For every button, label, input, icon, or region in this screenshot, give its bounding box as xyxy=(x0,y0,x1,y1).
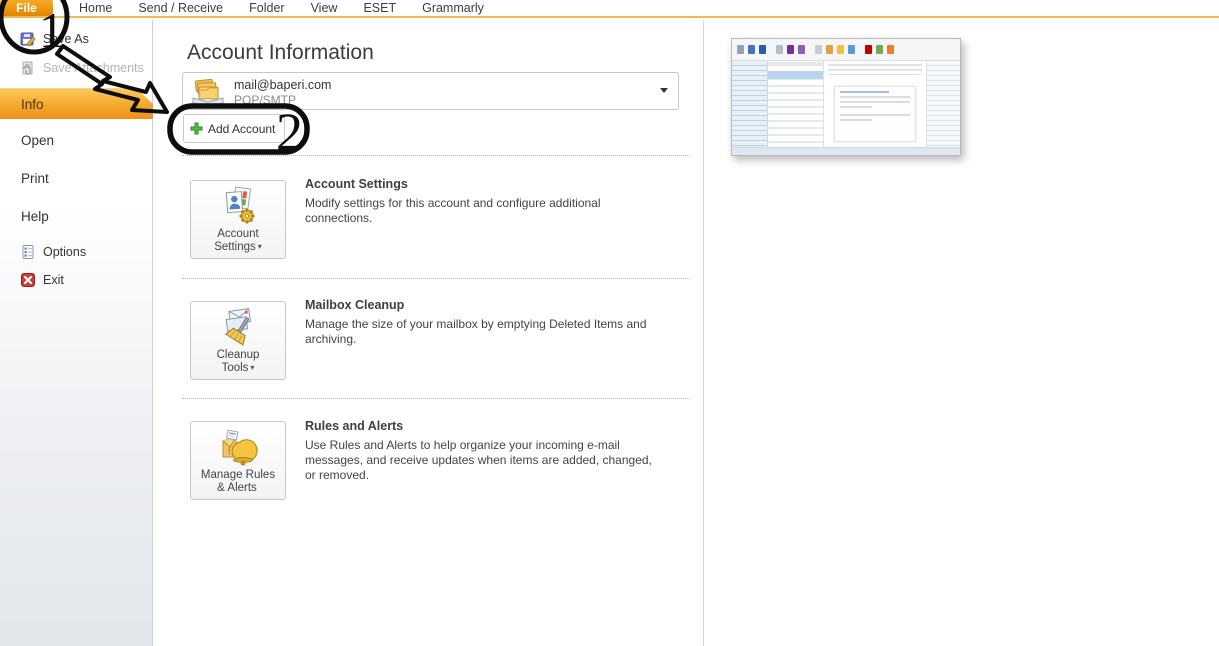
sidebar-item-info[interactable]: Info xyxy=(0,88,153,119)
section-divider xyxy=(182,155,690,156)
thumbnail-selected-message xyxy=(768,71,823,79)
account-folders-icon xyxy=(189,76,227,108)
tab-view[interactable]: View xyxy=(311,1,338,15)
thumbnail-calendar-pane xyxy=(927,61,960,147)
save-attachments-icon xyxy=(20,60,36,76)
page-title: Account Information xyxy=(187,41,374,65)
thumbnail-message-list xyxy=(768,61,824,147)
account-selector-dropdown[interactable]: mail@baperi.com POP/SMTP xyxy=(182,72,679,110)
rules-alerts-description: Use Rules and Alerts to help organize yo… xyxy=(305,438,657,483)
mailbox-cleanup-heading: Mailbox Cleanup xyxy=(305,298,404,312)
options-icon xyxy=(20,244,36,260)
tab-grammarly[interactable]: Grammarly xyxy=(422,1,484,15)
section-divider xyxy=(182,278,690,279)
sidebar-item-label: Exit xyxy=(43,273,64,287)
tab-folder[interactable]: Folder xyxy=(249,1,284,15)
sidebar-item-open[interactable]: Open xyxy=(21,133,54,148)
sidebar-item-save-as[interactable]: Save As xyxy=(20,31,89,47)
file-tab[interactable]: File xyxy=(0,0,53,16)
sidebar-item-save-attachments: Save Attachments xyxy=(20,60,144,76)
tab-home[interactable]: Home xyxy=(79,1,112,15)
sidebar-item-label: Save As xyxy=(43,32,89,46)
account-settings-heading: Account Settings xyxy=(305,177,408,191)
add-account-button[interactable]: Add Account xyxy=(183,114,285,143)
sidebar-item-label: Info xyxy=(21,97,44,112)
rules-alerts-icon xyxy=(218,427,258,469)
thumbnail-status-bar xyxy=(732,147,960,155)
sidebar-item-print[interactable]: Print xyxy=(21,171,49,186)
account-protocol: POP/SMTP xyxy=(234,93,296,107)
thumbnail-letter xyxy=(834,86,916,142)
thumbnail-reading-pane xyxy=(824,61,927,147)
manage-rules-alerts-button-label: Manage Rules & Alerts xyxy=(201,469,275,495)
sidebar-item-label: Options xyxy=(43,245,86,259)
tab-send-receive[interactable]: Send / Receive xyxy=(138,1,223,15)
cleanup-tools-button[interactable]: Cleanup Tools▾ xyxy=(190,301,286,380)
menu-bar: File Home Send / Receive Folder View ESE… xyxy=(0,0,1219,18)
section-divider xyxy=(182,398,690,399)
account-settings-description: Modify settings for this account and con… xyxy=(305,196,657,226)
sidebar-item-exit[interactable]: Exit xyxy=(20,272,64,288)
add-plus-icon xyxy=(190,122,203,135)
exit-icon xyxy=(20,272,36,288)
thumbnail-folder-pane xyxy=(732,61,768,147)
dropdown-caret-icon: ▾ xyxy=(258,240,262,253)
dropdown-caret-icon: ▾ xyxy=(250,361,254,374)
thumbnail-ribbon xyxy=(732,39,960,61)
backstage-sidebar: Save As Save Attachments Info Open Print… xyxy=(0,20,153,646)
cleanup-tools-icon xyxy=(218,307,258,349)
content-divider xyxy=(703,20,704,646)
cleanup-tools-button-label: Cleanup Tools▾ xyxy=(217,349,260,375)
manage-rules-alerts-button[interactable]: Manage Rules & Alerts xyxy=(190,421,286,500)
save-as-icon xyxy=(20,31,36,47)
account-settings-button[interactable]: Account Settings▾ xyxy=(190,180,286,259)
add-account-label: Add Account xyxy=(208,122,275,136)
sidebar-item-help[interactable]: Help xyxy=(21,209,49,224)
tab-eset[interactable]: ESET xyxy=(363,1,396,15)
sidebar-item-options[interactable]: Options xyxy=(20,244,86,260)
account-settings-icon xyxy=(218,186,258,228)
account-settings-button-label: Account Settings▾ xyxy=(214,228,262,254)
sidebar-item-label: Save Attachments xyxy=(43,61,144,75)
ribbon-tabs: Home Send / Receive Folder View ESET Gra… xyxy=(53,0,484,16)
rules-alerts-heading: Rules and Alerts xyxy=(305,419,403,433)
mailbox-cleanup-description: Manage the size of your mailbox by empty… xyxy=(305,317,657,347)
thumbnail-body xyxy=(732,61,960,147)
outlook-window-preview-thumbnail xyxy=(731,38,961,156)
account-email: mail@baperi.com xyxy=(234,78,331,92)
chevron-down-icon xyxy=(660,88,668,93)
